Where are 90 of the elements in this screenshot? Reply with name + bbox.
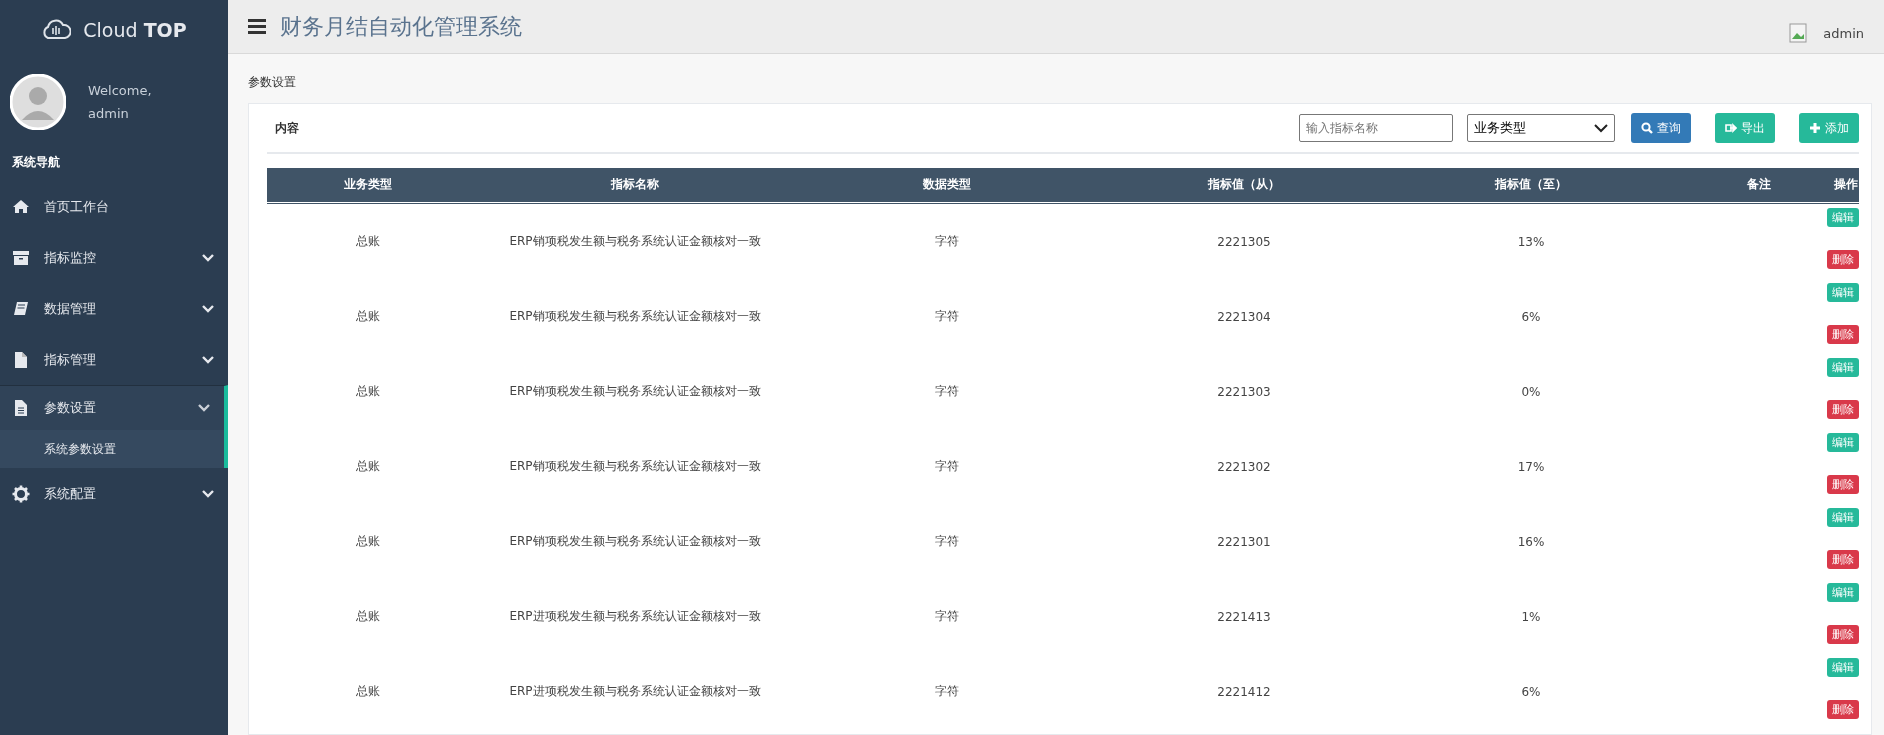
cloud-icon [41, 19, 72, 41]
table-cell-text: 字符 [934, 383, 960, 400]
table-cell-text: 0% [1520, 383, 1542, 401]
table-cell-text: 2221304 [1216, 308, 1272, 326]
edit-button[interactable]: 编辑 [1827, 583, 1859, 602]
document-icon [12, 399, 30, 417]
nav-item[interactable]: 首页工作台 [0, 181, 228, 232]
home-icon [12, 197, 30, 216]
column-header: 业务类型 [267, 168, 469, 202]
table-cell-text: 1% [1520, 608, 1542, 626]
add-button[interactable]: 添加 [1799, 113, 1859, 143]
export-button[interactable]: 导出 [1715, 113, 1775, 143]
column-header: 指标值（从） [1093, 168, 1395, 202]
table-cell-text: 总账 [355, 533, 381, 550]
table-cell-text: 2221413 [1216, 608, 1272, 626]
table-cell-text: 总账 [355, 458, 381, 475]
table-cell-text: 6% [1520, 308, 1542, 326]
nav-item[interactable]: 指标监控 [0, 232, 228, 283]
edit-button[interactable]: 编辑 [1827, 208, 1859, 227]
search-field[interactable]: 输入指标名称 [1299, 114, 1453, 142]
delete-button[interactable]: 删除 [1827, 325, 1859, 344]
table-cell-text: ERP进项税发生额与税务系统认证金额核对一致 [508, 608, 762, 625]
delete-button[interactable]: 删除 [1827, 250, 1859, 269]
welcome-text: Welcome, [88, 83, 152, 98]
table-cell-text: 字符 [934, 683, 960, 700]
chevron-icon [1594, 123, 1608, 133]
search-icon [1641, 122, 1653, 134]
table-cell-text: 总账 [355, 683, 381, 700]
logo-text: Cloud TOP [83, 19, 187, 41]
table-cell-text: ERP销项税发生额与税务系统认证金额核对一致 [508, 533, 762, 550]
table-cell-text: 字符 [934, 458, 960, 475]
table-cell-text: ERP销项税发生额与税务系统认证金额核对一致 [508, 308, 762, 325]
table-cell-text: ERP销项税发生额与税务系统认证金额核对一致 [508, 458, 762, 475]
nav-item[interactable]: 参数设置 [0, 385, 228, 430]
broken-image-icon [1789, 23, 1808, 43]
table-cell-text: ERP销项税发生额与税务系统认证金额核对一致 [508, 383, 762, 400]
search-button[interactable]: 查询 [1631, 113, 1691, 143]
app-title: 财务月结自动化管理系统 [280, 12, 522, 41]
table-cell-text: 17% [1516, 458, 1546, 476]
archive-icon [12, 248, 30, 267]
table-cell: 2221305 [1093, 202, 1395, 279]
table-cell-text: 2221412 [1216, 683, 1272, 701]
delete-button[interactable]: 删除 [1827, 700, 1859, 719]
panel-title: 内容 [274, 119, 299, 137]
edit-button[interactable]: 编辑 [1827, 508, 1859, 527]
exit-icon [1725, 122, 1737, 134]
column-header: 备注 [1667, 168, 1789, 202]
avatar-icon [10, 74, 66, 130]
column-header: 数据类型 [801, 168, 1093, 202]
table-cell-text: 6% [1520, 683, 1542, 701]
nav-item[interactable]: 指标管理 [0, 334, 228, 385]
user-name[interactable]: admin [1823, 25, 1864, 41]
table-cell-text: ERP进项税发生额与税务系统认证金额核对一致 [508, 683, 762, 700]
table-cell-text: 2221303 [1216, 383, 1272, 401]
table-cell-text: 总账 [355, 308, 381, 325]
table-cell-text: 字符 [934, 608, 960, 625]
table-cell-text: 2221302 [1216, 458, 1272, 476]
table-cell: 13% [1395, 202, 1667, 279]
table-cell-text: 字符 [934, 533, 960, 550]
breadcrumb: 参数设置 [247, 74, 297, 91]
delete-button[interactable]: 删除 [1827, 475, 1859, 494]
edit-button[interactable]: 编辑 [1827, 433, 1859, 452]
user-name: admin [88, 106, 130, 121]
table-cell-text: 字符 [934, 308, 960, 325]
table-cell: 总账 [267, 202, 469, 279]
column-header: 操作 [1789, 168, 1859, 202]
nav-item[interactable]: 系统配置 [0, 468, 228, 519]
table-cell: ERP销项税发生额与税务系统认证金额核对一致 [469, 202, 801, 279]
edit-button[interactable]: 编辑 [1827, 283, 1859, 302]
table-cell-text: 2221301 [1216, 533, 1272, 551]
type-dropdown[interactable]: 业务类型 [1467, 114, 1615, 142]
column-header: 指标值（至） [1395, 168, 1667, 202]
book-icon [12, 299, 30, 318]
delete-button[interactable]: 删除 [1827, 400, 1859, 419]
nav-title: 系统导航 [11, 154, 61, 171]
table-cell-text: 总账 [355, 383, 381, 400]
file-icon [12, 350, 30, 369]
nav-item[interactable]: 数据管理 [0, 283, 228, 334]
column-header: 指标名称 [469, 168, 801, 202]
delete-button[interactable]: 删除 [1827, 625, 1859, 644]
nav-subitem[interactable]: 系统参数设置 [0, 430, 228, 468]
delete-button[interactable]: 删除 [1827, 550, 1859, 569]
edit-button[interactable]: 编辑 [1827, 658, 1859, 677]
menu-icon[interactable] [248, 19, 266, 34]
plus-icon [1809, 122, 1821, 134]
table-cell-text: 总账 [355, 608, 381, 625]
table-cell-text: 16% [1516, 533, 1546, 551]
edit-button[interactable]: 编辑 [1827, 358, 1859, 377]
settings-icon [12, 484, 30, 503]
table-cell: 字符 [801, 202, 1093, 279]
